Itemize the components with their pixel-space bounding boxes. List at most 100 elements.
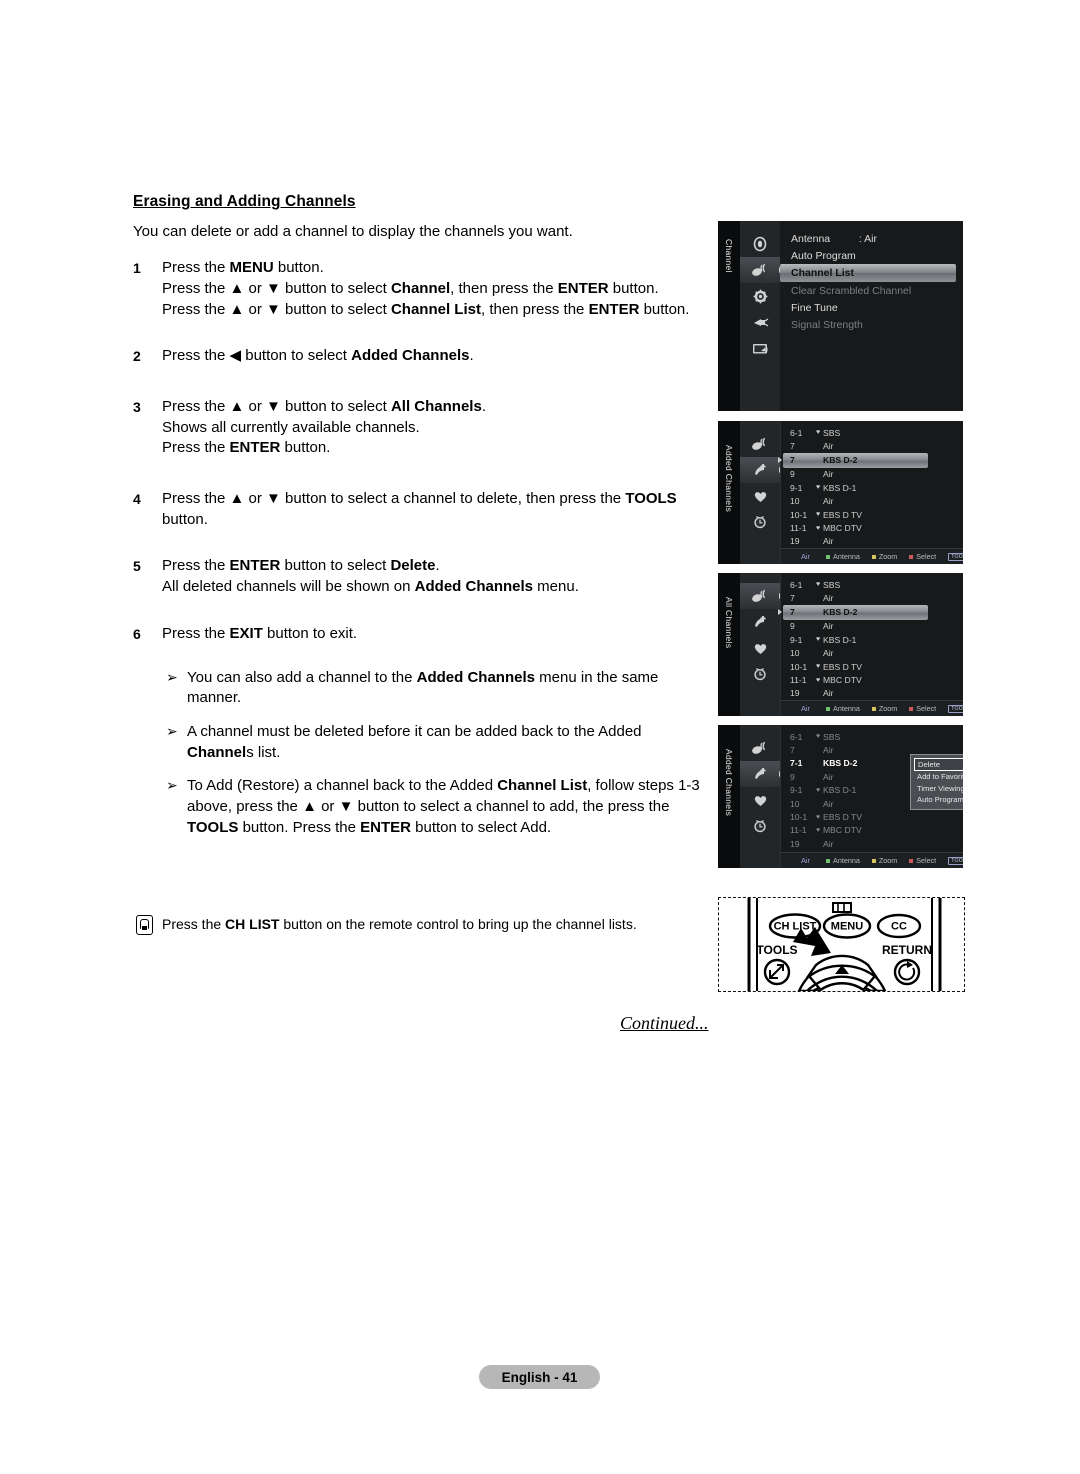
step-text: Press the ▲ or ▼ button to select a chan… [162, 489, 713, 530]
list-tab-rail: All Channels [718, 573, 740, 716]
channel-row[interactable]: 7 Air [781, 591, 963, 604]
timer-clock-icon[interactable] [740, 813, 780, 839]
green-square-icon [826, 858, 831, 863]
channel-rows-container: 6-1 ♥ SBS 7 Air 7 KBS D-2 9 Air 9-1 ♥ KBS D-1 10 Air 1… [780, 421, 963, 564]
channel-row[interactable]: 10-1 ♥ EBS D TV [781, 660, 963, 673]
channel-row[interactable]: 10 Air [781, 647, 963, 660]
yellow-square-icon [871, 554, 876, 559]
status-bar-item[interactable]: Select [909, 552, 936, 561]
osd-menu-item-label: Auto Program [791, 249, 856, 262]
status-bar-item[interactable]: TOOLSOption [948, 552, 963, 561]
channel-row[interactable]: 7 KBS D-2 [783, 452, 928, 468]
channel-row[interactable]: 7 KBS D-2 [783, 604, 928, 620]
osd-tab-label: Channel [724, 239, 734, 273]
picture-icon[interactable] [740, 231, 780, 257]
added-channels-icon[interactable] [740, 761, 780, 787]
bullet-arrow-icon: ➢ [166, 668, 178, 685]
step-number: 1 [133, 260, 141, 277]
popup-menu-item[interactable]: Timer Viewing [914, 783, 963, 795]
channel-row[interactable]: 9-1 ♥ KBS D-1 [781, 481, 963, 494]
channel-number: 10-1 [790, 812, 808, 823]
status-bar-item[interactable]: Zoom [871, 856, 897, 865]
favorite-heart-icon: ♥ [816, 429, 821, 437]
channel-row[interactable]: 9-1 ♥ KBS D-1 [781, 633, 963, 646]
timer-clock-icon[interactable] [740, 661, 780, 687]
osd-menu-item-label: Clear Scrambled Channel [791, 284, 912, 297]
antenna-icon[interactable] [740, 257, 780, 283]
timer-clock-icon[interactable] [740, 509, 780, 535]
status-bar-item[interactable]: Antenna [826, 704, 860, 713]
osd-channel-menu-screenshot: Channel Antenna: Air Auto Program Channel … [718, 221, 963, 411]
added-channels-icon[interactable] [740, 609, 780, 635]
all-channels-screenshot: All Channels 6-1 ♥ SBS 7 Air 7 KBS D-2 9 Air 9-1 ♥… [718, 573, 963, 716]
tools-badge-icon: TOOLS [948, 552, 963, 561]
channel-row[interactable]: 6-1 ♥ SBS [781, 578, 963, 591]
cc-button[interactable]: CC [891, 921, 907, 933]
status-bar-item-label: Antenna [833, 856, 860, 865]
osd-menu-item[interactable]: Clear Scrambled Channel [780, 282, 963, 299]
channel-row[interactable]: 10 Air [781, 495, 963, 508]
channel-row[interactable]: 11-1 ♥ MBC DTV [781, 673, 963, 686]
osd-menu-item[interactable]: Signal Strength [780, 316, 963, 333]
step-number: 4 [133, 491, 141, 508]
step-line: Press the MENU button. [162, 259, 324, 277]
all-channels-antenna-icon[interactable] [740, 583, 780, 609]
channel-row[interactable]: 7 Air [781, 439, 963, 452]
all-channels-antenna-icon[interactable] [740, 431, 780, 457]
channel-row[interactable]: 9 Air [781, 468, 963, 481]
popup-menu-item[interactable]: Delete [914, 758, 963, 771]
osd-menu-item[interactable]: Fine Tune [780, 299, 963, 316]
status-bar-item[interactable]: Antenna [826, 552, 860, 561]
tools-option-popup[interactable]: DeleteAdd to FavoriteTimer ViewingAuto P… [910, 754, 963, 810]
osd-menu-rows: Antenna: Air Auto Program Channel List Clea… [780, 221, 963, 411]
status-bar-item[interactable]: Zoom [871, 552, 897, 561]
red-square-icon [909, 706, 914, 711]
added-channels-icon[interactable] [740, 457, 780, 483]
channel-row[interactable]: 19 Air [781, 535, 963, 548]
status-bar-item[interactable]: Antenna [826, 856, 860, 865]
channel-row[interactable]: 11-1 ♥ MBC DTV [781, 521, 963, 534]
channel-row[interactable]: 11-1 ♥ MBC DTV [781, 824, 963, 837]
osd-menu-item[interactable]: Auto Program [780, 247, 963, 264]
channel-row[interactable]: 6-1 ♥ SBS [781, 730, 963, 743]
green-square-icon [826, 706, 831, 711]
status-bar-item[interactable]: Select [909, 704, 936, 713]
all-channels-antenna-icon[interactable] [740, 735, 780, 761]
ch-list-button[interactable]: CH LIST [774, 921, 817, 933]
channel-name: MBC DTV [823, 675, 862, 686]
note-bullet-text: To Add (Restore) a channel back to the A… [187, 776, 713, 838]
status-source-label: Air [801, 552, 811, 561]
osd-menu-item[interactable]: Channel List [780, 264, 956, 282]
green-square-icon [826, 554, 831, 559]
channel-number: 7 [790, 745, 795, 756]
favorite-heart-icon: ♥ [816, 676, 821, 684]
channel-row[interactable]: 9 Air [781, 620, 963, 633]
channel-row[interactable]: 19 Air [781, 837, 963, 850]
step-number: 6 [133, 625, 141, 642]
favorite-heart-icon[interactable] [740, 787, 780, 813]
screen-icon[interactable] [740, 335, 780, 361]
favorite-heart-icon: ♥ [816, 524, 821, 532]
menu-button[interactable]: MENU [831, 921, 863, 933]
list-tab-rail: Added Channels [718, 421, 740, 564]
setup-gear-icon[interactable] [740, 283, 780, 309]
channel-row[interactable]: 10-1 ♥ EBS D TV [781, 508, 963, 521]
status-bar-item[interactable]: TOOLSOption [948, 704, 963, 713]
status-bar-item[interactable]: Zoom [871, 704, 897, 713]
channel-number: 7 [790, 607, 795, 618]
channel-row[interactable]: 19 Air [781, 687, 963, 700]
input-plug-icon[interactable] [740, 309, 780, 335]
osd-menu-item[interactable]: Antenna: Air [780, 230, 963, 247]
popup-menu-item[interactable]: Add to Favorite [914, 771, 963, 783]
popup-menu-item[interactable]: Auto Program [914, 794, 963, 806]
status-bar-item[interactable]: Select [909, 856, 936, 865]
status-bar-item-label: Select [916, 704, 937, 713]
channel-row[interactable]: 6-1 ♥ SBS [781, 426, 963, 439]
channel-name: Air [823, 536, 834, 547]
channel-number: 9 [790, 771, 795, 782]
favorite-heart-icon[interactable] [740, 635, 780, 661]
step-item: 5 Press the ENTER button to select Delete… [133, 556, 713, 597]
favorite-heart-icon[interactable] [740, 483, 780, 509]
status-bar-item[interactable]: TOOLSOption [948, 856, 963, 865]
channel-row[interactable]: 10-1 ♥ EBS D TV [781, 810, 963, 823]
